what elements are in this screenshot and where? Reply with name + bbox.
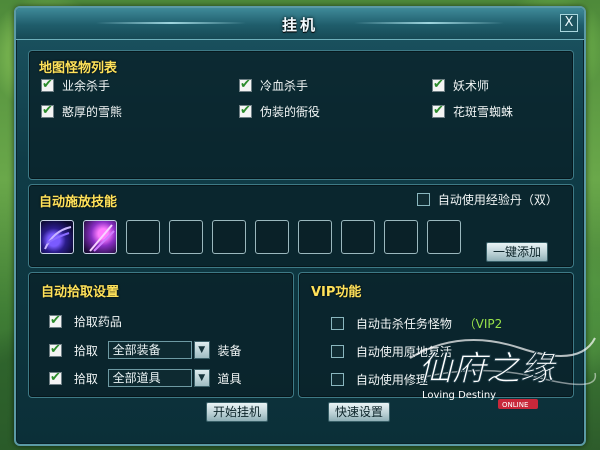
- skill-slot-empty[interactable]: [169, 220, 203, 254]
- skill-slot-empty[interactable]: [341, 220, 375, 254]
- monster-label: 妖术师: [453, 79, 490, 93]
- start-auto-battle-button[interactable]: 开始挂机: [206, 402, 268, 422]
- vip-checkbox[interactable]: [331, 317, 344, 330]
- monster-list-title: 地图怪物列表: [39, 61, 118, 76]
- skill-slot-empty[interactable]: [298, 220, 332, 254]
- monster-checkbox[interactable]: [432, 77, 445, 92]
- monster-label: 业余杀手: [62, 79, 111, 93]
- item-select[interactable]: 全部道具: [107, 369, 192, 387]
- item-suffix: 道具: [217, 371, 242, 386]
- title-bar[interactable]: 挂机 X: [16, 8, 584, 40]
- monster-checkbox[interactable]: [432, 103, 445, 118]
- one-click-add-button[interactable]: 一键添加: [486, 242, 548, 262]
- equip-select[interactable]: 全部装备: [107, 341, 192, 359]
- skill-slot-empty[interactable]: [427, 220, 461, 254]
- game-logo: 仙府之缘 Loving Destiny ONLINE: [400, 318, 600, 418]
- vip-checkbox[interactable]: [331, 373, 344, 386]
- logo-badge-text: ONLINE: [502, 401, 528, 409]
- pickup-item-checkbox[interactable]: [49, 370, 62, 385]
- skill-slot-empty[interactable]: [126, 220, 160, 254]
- skill-slot-2-icon[interactable]: [83, 220, 117, 254]
- pickup-equip-option[interactable]: 拾取 全部装备▼ 装备: [49, 341, 242, 359]
- monster-checkbox[interactable]: [41, 103, 54, 118]
- monster-item[interactable]: 妖术师: [432, 77, 489, 94]
- quick-settings-button[interactable]: 快速设置: [328, 402, 390, 422]
- skill-slot-1-icon[interactable]: [40, 220, 74, 254]
- monster-label: 冷血杀手: [260, 79, 309, 93]
- chevron-down-icon[interactable]: ▼: [193, 341, 210, 359]
- skill-swirl-icon: [44, 226, 72, 250]
- skill-slot-empty[interactable]: [255, 220, 289, 254]
- logo-text: 仙府之缘: [418, 349, 558, 389]
- monster-item[interactable]: 冷血杀手: [239, 77, 308, 94]
- monster-item[interactable]: 业余杀手: [41, 77, 110, 94]
- skill-slot-empty[interactable]: [212, 220, 246, 254]
- logo-subtitle: Loving Destiny: [422, 390, 496, 401]
- pickup-medicine-option[interactable]: 拾取药品: [49, 313, 122, 330]
- pickup-equip-label: 拾取: [73, 343, 98, 358]
- monster-list-panel: 地图怪物列表 业余杀手 冷血杀手 妖术师 憨厚的雪熊 伪装的衙役 花斑雪蜘蛛: [28, 50, 574, 180]
- pickup-item-option[interactable]: 拾取 全部道具▼ 道具: [49, 369, 242, 387]
- pickup-panel: 自动拾取设置 拾取药品 拾取 全部装备▼ 装备 拾取 全部道具▼ 道具: [28, 272, 294, 398]
- monster-checkbox[interactable]: [239, 103, 252, 118]
- vip-checkbox[interactable]: [331, 345, 344, 358]
- window-title: 挂机: [281, 16, 318, 34]
- skills-title: 自动施放技能: [39, 195, 118, 210]
- vip-title: VIP功能: [311, 285, 362, 300]
- skill-bolt-icon: [89, 224, 115, 252]
- monster-checkbox[interactable]: [41, 77, 54, 92]
- equip-suffix: 装备: [217, 343, 242, 358]
- pickup-equip-checkbox[interactable]: [49, 342, 62, 357]
- skill-slot-empty[interactable]: [384, 220, 418, 254]
- pickup-medicine-checkbox[interactable]: [49, 313, 62, 328]
- auto-exp-pill-label: 自动使用经验丹（双）: [437, 193, 558, 207]
- monster-item[interactable]: 花斑雪蜘蛛: [432, 103, 513, 120]
- monster-label: 花斑雪蜘蛛: [453, 105, 514, 119]
- logo-swirl-graphic: 仙府之缘 Loving Destiny ONLINE: [409, 337, 597, 409]
- monster-label: 伪装的衙役: [260, 105, 321, 119]
- chevron-down-icon[interactable]: ▼: [193, 369, 210, 387]
- monster-item[interactable]: 伪装的衙役: [239, 103, 320, 120]
- pickup-title: 自动拾取设置: [41, 285, 120, 300]
- auto-exp-pill-checkbox[interactable]: [417, 193, 430, 206]
- pickup-item-label: 拾取: [73, 371, 98, 386]
- monster-label: 憨厚的雪熊: [62, 105, 123, 119]
- pickup-medicine-label: 拾取药品: [73, 315, 122, 329]
- close-button[interactable]: X: [560, 14, 578, 32]
- monster-checkbox[interactable]: [239, 77, 252, 92]
- auto-exp-pill-option[interactable]: 自动使用经验丹（双）: [417, 191, 558, 208]
- monster-item[interactable]: 憨厚的雪熊: [41, 103, 122, 120]
